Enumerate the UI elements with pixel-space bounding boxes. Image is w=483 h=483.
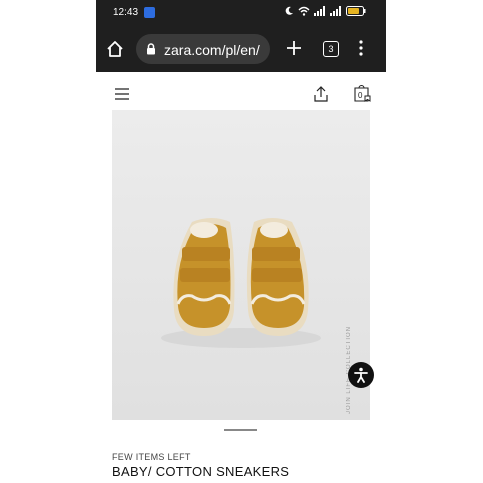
tabs-button[interactable]: 3: [323, 41, 339, 57]
stock-label: FEW ITEMS LEFT: [112, 452, 191, 462]
product-name: BABY/ COTTON SNEAKERS: [112, 464, 290, 479]
accessibility-button[interactable]: [348, 362, 374, 388]
phone-screen: 12:43 zara.com/pl/en/ 3 0 JOIN LIFE COLL…: [96, 0, 386, 483]
more-vert-icon[interactable]: [358, 40, 364, 56]
wifi-icon: [298, 6, 310, 16]
shopping-bag-icon[interactable]: [354, 84, 371, 102]
product-image[interactable]: [112, 110, 370, 420]
signal-icon: [314, 6, 325, 16]
status-icons: [284, 6, 366, 16]
signal-icon: [330, 6, 341, 16]
bag-count: 0: [358, 91, 363, 100]
share-icon[interactable]: [314, 86, 328, 102]
status-bar: 12:43: [96, 0, 386, 28]
lock-icon: [147, 43, 155, 55]
home-icon[interactable]: [106, 40, 124, 58]
status-time: 12:43: [113, 7, 139, 18]
sneakers-illustration: [112, 110, 370, 420]
url-text: zara.com/pl/en/: [164, 42, 260, 58]
address-bar[interactable]: zara.com/pl/en/: [136, 34, 270, 64]
battery-icon: [346, 6, 366, 16]
browser-toolbar: zara.com/pl/en/ 3: [96, 28, 386, 72]
moon-icon: [285, 6, 293, 15]
accessibility-icon: [354, 367, 368, 383]
image-pagination-indicator: [224, 429, 257, 431]
plus-icon[interactable]: [286, 40, 302, 56]
hamburger-menu-icon[interactable]: [115, 88, 129, 100]
app-notification-icon: [144, 7, 155, 18]
site-header: [96, 72, 386, 110]
